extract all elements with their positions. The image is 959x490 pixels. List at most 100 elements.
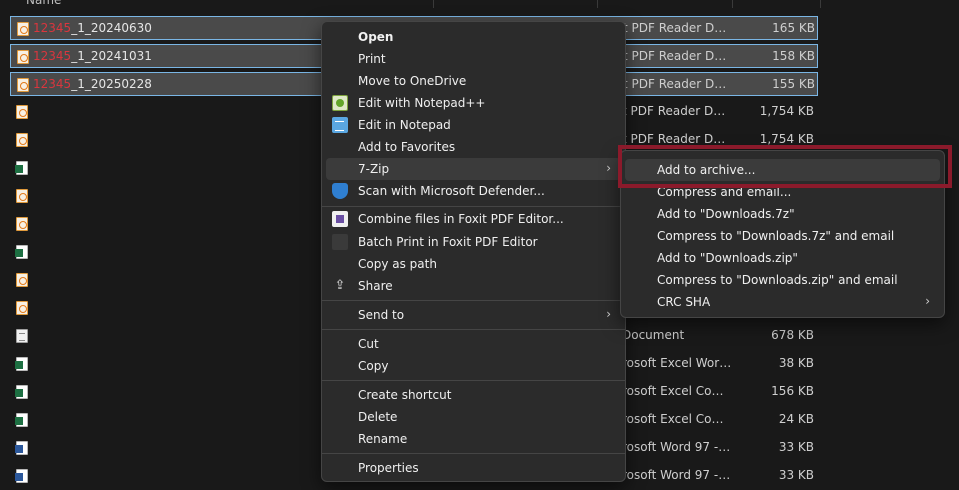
foxit-batch-print-icon <box>332 234 348 250</box>
excel-icon <box>15 245 28 259</box>
menu-item-combine-foxit[interactable]: Combine files in Foxit PDF Editor... <box>326 208 621 230</box>
menu-label-combine-foxit: Combine files in Foxit PDF Editor... <box>358 212 564 226</box>
menu-item-properties[interactable]: Properties <box>326 457 621 479</box>
file-name: 12345_1_20241031 <box>33 49 152 63</box>
submenu-item-compress-downloads-7z-email[interactable]: Compress to "Downloads.7z" and email <box>625 225 940 247</box>
word-icon <box>15 441 28 455</box>
file-type: Document <box>622 328 685 342</box>
menu-label-edit-notepad: Edit in Notepad <box>358 118 451 132</box>
submenu-label-crc-sha: CRC SHA <box>657 295 711 309</box>
text-file-icon <box>16 329 28 343</box>
foxit-combine-icon <box>332 211 348 227</box>
menu-label-copy: Copy <box>358 359 389 373</box>
file-name: 12345_1_20240630 <box>33 21 152 35</box>
file-name-rest: _1_20240630 <box>71 21 152 35</box>
chevron-right-icon: › <box>606 307 611 321</box>
menu-item-scan-defender[interactable]: Scan with Microsoft Defender... <box>326 180 621 202</box>
notepad-icon <box>332 117 348 133</box>
menu-item-delete[interactable]: Delete <box>326 406 621 428</box>
file-size: 1,754 KB <box>759 104 814 118</box>
chevron-right-icon: › <box>606 161 611 175</box>
file-type: t PDF Reader Doc... <box>622 104 732 118</box>
file-size: 1,754 KB <box>759 132 814 146</box>
pdf-icon <box>16 105 28 119</box>
pdf-icon <box>16 189 28 203</box>
menu-label-delete: Delete <box>358 410 398 424</box>
menu-item-send-to[interactable]: Send to › <box>326 304 621 326</box>
file-name-rest: _1_20250228 <box>71 77 152 91</box>
file-type: rosoft Excel Com... <box>622 384 732 398</box>
menu-label-open: Open <box>358 30 394 44</box>
file-name: 12345_1_20250228 <box>33 77 152 91</box>
menu-item-cut[interactable]: Cut <box>326 333 621 355</box>
column-divider[interactable] <box>732 0 733 8</box>
menu-item-7zip[interactable]: 7-Zip › <box>326 158 621 180</box>
file-type: t PDF Reader Doc... <box>623 49 733 63</box>
menu-item-copy-as-path[interactable]: Copy as path <box>326 253 621 275</box>
submenu-label-compress-downloads-zip-email: Compress to "Downloads.zip" and email <box>657 273 898 287</box>
menu-separator <box>322 453 625 454</box>
file-size: 24 KB <box>778 412 814 426</box>
submenu-item-crc-sha[interactable]: CRC SHA › <box>625 291 940 313</box>
file-type: rosoft Word 97 - ... <box>622 468 732 482</box>
menu-item-share[interactable]: ⇪ Share <box>326 275 621 297</box>
file-type: rosoft Excel Com... <box>622 412 732 426</box>
file-size: 33 KB <box>778 468 814 482</box>
menu-item-create-shortcut[interactable]: Create shortcut <box>326 384 621 406</box>
excel-icon <box>15 385 28 399</box>
file-size: 165 KB <box>772 21 815 35</box>
file-type: rosoft Word 97 - ... <box>622 440 732 454</box>
submenu-item-add-downloads-zip[interactable]: Add to "Downloads.zip" <box>625 247 940 269</box>
excel-icon <box>15 357 28 371</box>
submenu-label-compress-downloads-7z-email: Compress to "Downloads.7z" and email <box>657 229 895 243</box>
redacted-text: 12345 <box>33 77 72 91</box>
column-divider[interactable] <box>433 0 434 8</box>
pdf-icon <box>17 22 29 36</box>
word-icon <box>15 469 28 483</box>
pdf-icon <box>16 301 28 315</box>
pdf-icon <box>16 217 28 231</box>
menu-item-move-to-onedrive[interactable]: Move to OneDrive <box>326 70 621 92</box>
file-size: 678 KB <box>771 328 814 342</box>
pdf-icon <box>16 273 28 287</box>
menu-item-edit-notepadpp[interactable]: Edit with Notepad++ <box>326 92 621 114</box>
file-type: t PDF Reader Doc... <box>623 77 733 91</box>
menu-item-add-favorites[interactable]: Add to Favorites <box>326 136 621 158</box>
menu-separator <box>322 380 625 381</box>
menu-item-print[interactable]: Print <box>326 48 621 70</box>
file-type: t PDF Reader Doc... <box>623 21 733 35</box>
file-size: 38 KB <box>778 356 814 370</box>
menu-item-rename[interactable]: Rename <box>326 428 621 450</box>
menu-label-scan-defender: Scan with Microsoft Defender... <box>358 184 545 198</box>
file-size: 33 KB <box>778 440 814 454</box>
chevron-right-icon: › <box>925 294 930 308</box>
file-type: rosoft Excel Work... <box>622 356 732 370</box>
menu-label-cut: Cut <box>358 337 379 351</box>
defender-shield-icon <box>332 183 348 199</box>
menu-label-edit-notepadpp: Edit with Notepad++ <box>358 96 486 110</box>
column-header-name[interactable]: Name <box>26 0 61 7</box>
submenu-item-add-downloads-7z[interactable]: Add to "Downloads.7z" <box>625 203 940 225</box>
context-menu: Open Print Move to OneDrive Edit with No… <box>321 21 626 482</box>
submenu-label-add-downloads-zip: Add to "Downloads.zip" <box>657 251 798 265</box>
file-type: t PDF Reader Doc... <box>622 132 732 146</box>
menu-label-rename: Rename <box>358 432 408 446</box>
menu-item-copy[interactable]: Copy <box>326 355 621 377</box>
file-size: 158 KB <box>772 49 815 63</box>
column-divider[interactable] <box>597 0 598 8</box>
menu-item-open[interactable]: Open <box>326 26 621 48</box>
menu-label-copy-as-path: Copy as path <box>358 257 437 271</box>
menu-item-edit-notepad[interactable]: Edit in Notepad <box>326 114 621 136</box>
menu-label-share: Share <box>358 279 393 293</box>
menu-separator <box>322 206 625 207</box>
menu-item-batch-print-foxit[interactable]: Batch Print in Foxit PDF Editor <box>326 231 621 253</box>
highlight-box <box>618 145 952 188</box>
submenu-item-compress-downloads-zip-email[interactable]: Compress to "Downloads.zip" and email <box>625 269 940 291</box>
menu-separator <box>322 300 625 301</box>
pdf-icon <box>17 50 29 64</box>
file-size: 156 KB <box>771 384 814 398</box>
column-divider[interactable] <box>820 0 821 8</box>
menu-label-send-to: Send to <box>358 308 405 322</box>
pdf-icon <box>17 78 29 92</box>
menu-label-move-to-onedrive: Move to OneDrive <box>358 74 467 88</box>
